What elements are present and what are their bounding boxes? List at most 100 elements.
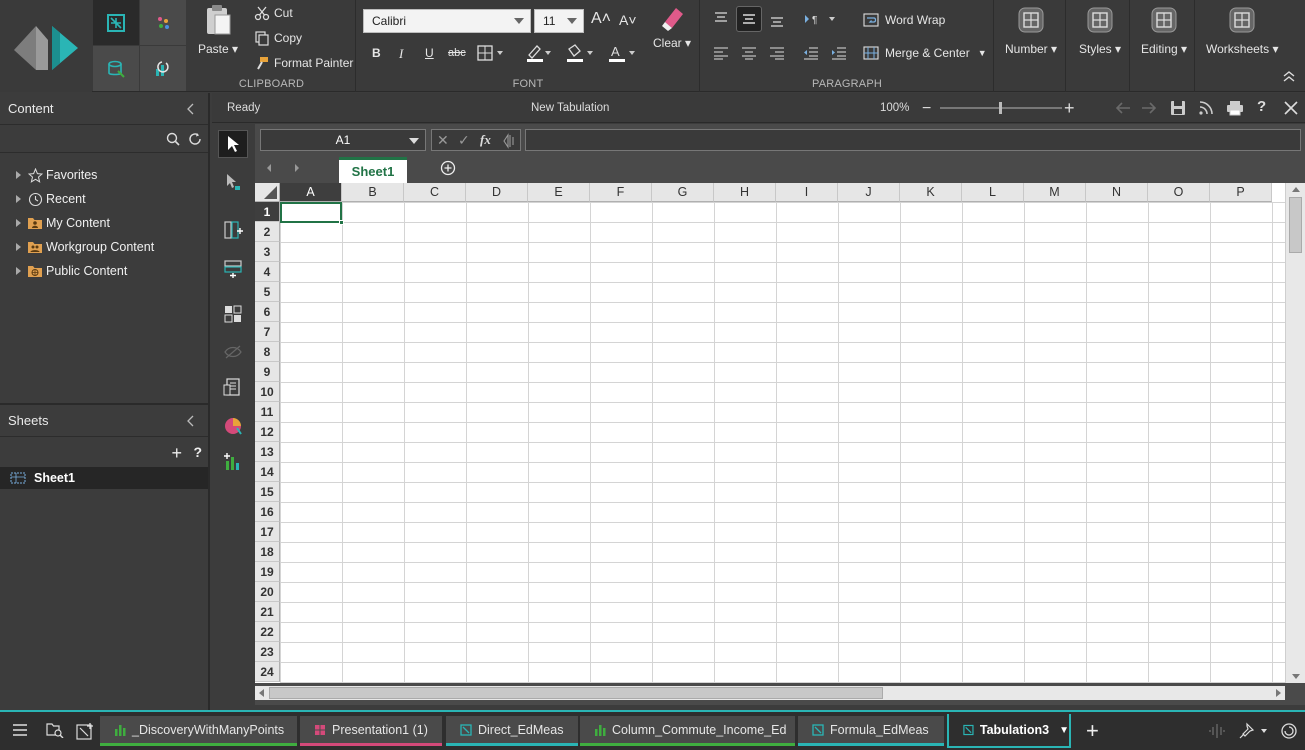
document-tab[interactable]: Presentation1 (1)	[300, 716, 442, 746]
zoom-slider-thumb[interactable]	[999, 102, 1002, 114]
row-header[interactable]: 18	[255, 542, 280, 562]
paste-button[interactable]: Paste ▾	[198, 4, 238, 56]
column-header[interactable]: A	[280, 183, 342, 202]
row-header[interactable]: 19	[255, 562, 280, 582]
column-header[interactable]: I	[776, 183, 838, 202]
column-header[interactable]: M	[1024, 183, 1086, 202]
row-header[interactable]: 11	[255, 402, 280, 422]
row-header[interactable]: 9	[255, 362, 280, 382]
column-header[interactable]: B	[342, 183, 404, 202]
insert-row-button[interactable]	[218, 254, 248, 282]
insert-column-button[interactable]	[218, 216, 248, 244]
refresh-button[interactable]	[188, 132, 202, 146]
document-tab[interactable]: _DiscoveryWithManyPoints	[100, 716, 297, 746]
row-header[interactable]: 2	[255, 222, 280, 242]
spreadsheet-grid[interactable]: ABCDEFGHIJKLMNOP 1 2 3 4 5 6 7 8 9 10 11 12 13 14 15 16…	[255, 183, 1285, 683]
sheet-list-item[interactable]: Sheet1	[0, 467, 208, 489]
zoom-in-button[interactable]: +	[1064, 98, 1075, 119]
collapse-content-button[interactable]	[186, 103, 196, 115]
document-tab[interactable]: Tabulation3 ▼	[947, 714, 1071, 748]
scroll-left-icon[interactable]	[255, 686, 269, 700]
tab-menu-dropdown-icon[interactable]: ▼	[1059, 725, 1069, 736]
decrease-indent-button[interactable]	[803, 46, 819, 60]
row-header[interactable]: 7	[255, 322, 280, 342]
row-header[interactable]: 8	[255, 342, 280, 362]
collapse-ribbon-button[interactable]	[1282, 70, 1296, 82]
cell-fill-button[interactable]	[565, 43, 595, 63]
row-header[interactable]: 13	[255, 442, 280, 462]
row-header[interactable]: 3	[255, 242, 280, 262]
print-button[interactable]	[1226, 100, 1244, 116]
shrink-font-button[interactable]: A˅	[619, 12, 637, 28]
italic-button[interactable]: I	[399, 46, 403, 62]
clear-button[interactable]: Clear ▾	[653, 4, 691, 50]
row-header[interactable]: 14	[255, 462, 280, 482]
cut-button[interactable]: Cut	[254, 5, 293, 21]
undo-button[interactable]	[1114, 100, 1132, 116]
tree-item-my-content[interactable]: My Content	[0, 211, 208, 235]
tree-item-recent[interactable]: Recent	[0, 187, 208, 211]
row-header[interactable]: 21	[255, 602, 280, 622]
horizontal-scroll-thumb[interactable]	[269, 687, 883, 699]
scroll-down-icon[interactable]	[1286, 669, 1305, 683]
text-direction-button[interactable]: ¶	[803, 12, 839, 26]
help-button[interactable]: ?	[193, 444, 202, 460]
copy-button[interactable]: Copy	[254, 30, 302, 46]
collapse-sheets-button[interactable]	[186, 415, 196, 427]
row-header[interactable]: 17	[255, 522, 280, 542]
format-painter-button[interactable]: Format Painter	[254, 55, 353, 71]
report-button[interactable]	[218, 374, 248, 402]
word-wrap-button[interactable]: Word Wrap	[863, 12, 945, 28]
zoom-slider[interactable]	[940, 102, 1062, 114]
align-middle-button[interactable]	[736, 6, 762, 32]
underline-button[interactable]: U	[425, 46, 434, 60]
next-sheet-button[interactable]	[293, 163, 301, 173]
editing-button[interactable]: Editing ▾	[1141, 4, 1187, 56]
styles-button[interactable]: Styles ▾	[1079, 4, 1121, 56]
bold-button[interactable]: B	[372, 46, 381, 60]
cancel-edit-button[interactable]: ✕	[437, 132, 449, 149]
add-sheet-tab-button[interactable]	[440, 160, 456, 176]
worksheets-button[interactable]: Worksheets ▾	[1206, 4, 1279, 56]
chart-colors-button[interactable]	[218, 412, 248, 440]
horizontal-scroll-track[interactable]	[255, 686, 1285, 700]
add-sheet-button[interactable]: +	[171, 443, 182, 464]
column-header[interactable]: G	[652, 183, 714, 202]
pin-button[interactable]	[1238, 722, 1268, 740]
help-button[interactable]: ?	[1257, 98, 1266, 115]
app-refresh-tile[interactable]	[140, 46, 186, 91]
column-header[interactable]: L	[962, 183, 1024, 202]
strikethrough-button[interactable]: abc	[448, 47, 466, 59]
font-size-select[interactable]: 11	[534, 9, 584, 33]
app-data-tile[interactable]	[93, 46, 139, 91]
column-header[interactable]: O	[1148, 183, 1210, 202]
column-header[interactable]: N	[1086, 183, 1148, 202]
publish-button[interactable]	[1198, 100, 1214, 116]
font-color-button[interactable]: A	[607, 43, 637, 63]
new-tabulation-button[interactable]	[76, 722, 94, 740]
insert-chart-button[interactable]	[218, 448, 248, 476]
scroll-up-icon[interactable]	[1286, 183, 1305, 197]
row-header[interactable]: 4	[255, 262, 280, 282]
row-header[interactable]: 20	[255, 582, 280, 602]
tree-item-workgroup-content[interactable]: Workgroup Content	[0, 235, 208, 259]
fill-handle[interactable]	[339, 220, 344, 225]
align-left-button[interactable]	[713, 46, 729, 60]
open-content-button[interactable]	[46, 722, 64, 738]
select-all-button[interactable]	[255, 183, 280, 202]
connection-button[interactable]	[1208, 722, 1226, 740]
new-document-button[interactable]: +	[1086, 718, 1099, 744]
pivot-button[interactable]	[218, 300, 248, 328]
vertical-scrollbar[interactable]	[1285, 183, 1305, 683]
align-top-button[interactable]	[713, 10, 729, 26]
scroll-right-icon[interactable]	[1271, 686, 1285, 700]
column-header[interactable]: F	[590, 183, 652, 202]
main-menu-button[interactable]	[12, 723, 28, 737]
fill-color-button[interactable]	[525, 43, 551, 63]
align-right-button[interactable]	[769, 46, 785, 60]
row-header[interactable]: 22	[255, 622, 280, 642]
save-button[interactable]	[1170, 100, 1186, 116]
row-header[interactable]: 16	[255, 502, 280, 522]
align-center-button[interactable]	[741, 46, 757, 60]
row-header[interactable]: 23	[255, 642, 280, 662]
